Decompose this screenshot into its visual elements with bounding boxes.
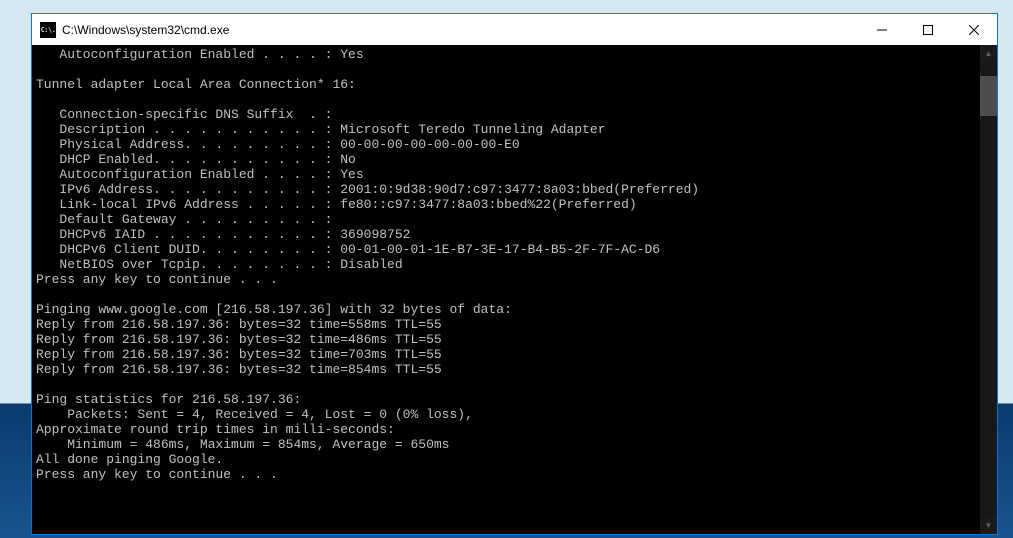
cmd-icon: C:\.	[40, 22, 56, 38]
close-button[interactable]	[951, 14, 997, 45]
console-output[interactable]: Autoconfiguration Enabled . . . . : Yes …	[32, 45, 980, 534]
scroll-thumb[interactable]	[980, 76, 997, 116]
close-icon	[969, 25, 979, 35]
scroll-up-button[interactable]: ▲	[980, 45, 997, 62]
maximize-icon	[923, 25, 933, 35]
scroll-down-button[interactable]: ▼	[980, 517, 997, 534]
titlebar[interactable]: C:\. C:\Windows\system32\cmd.exe	[32, 14, 997, 45]
minimize-icon	[877, 25, 887, 35]
minimize-button[interactable]	[859, 14, 905, 45]
window-controls	[859, 14, 997, 45]
window-title: C:\Windows\system32\cmd.exe	[62, 23, 859, 37]
scroll-track[interactable]	[980, 62, 997, 517]
vertical-scrollbar[interactable]: ▲ ▼	[980, 45, 997, 534]
maximize-button[interactable]	[905, 14, 951, 45]
console-area: Autoconfiguration Enabled . . . . : Yes …	[32, 45, 997, 534]
cmd-window: C:\. C:\Windows\system32\cmd.exe Autocon…	[31, 13, 998, 535]
